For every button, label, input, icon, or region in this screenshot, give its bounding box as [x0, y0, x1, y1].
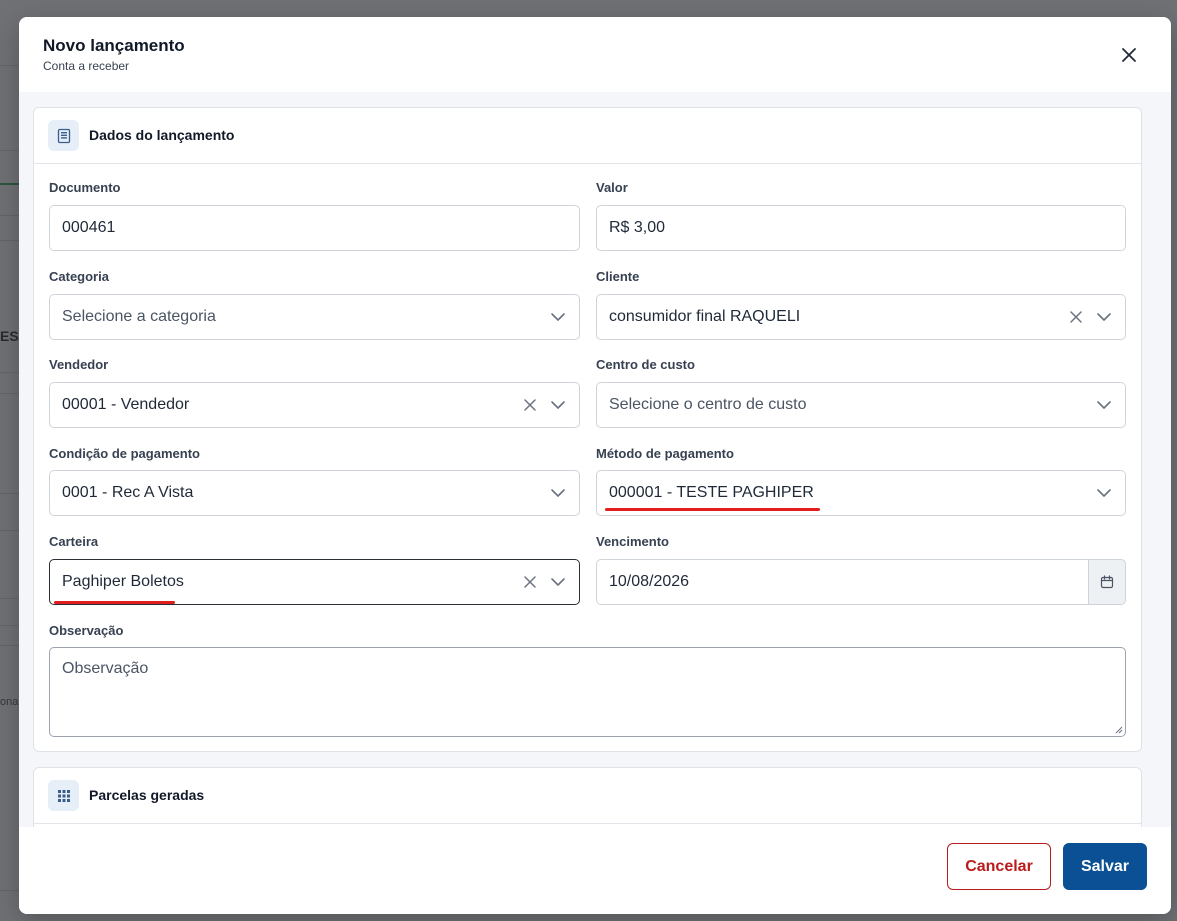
cliente-select[interactable]: consumidor final RAQUELI — [596, 294, 1126, 340]
valor-value: R$ 3,00 — [609, 219, 666, 236]
highlight-underline — [54, 601, 175, 604]
valor-input[interactable]: R$ 3,00 — [596, 205, 1126, 251]
categoria-label: Categoria — [49, 269, 109, 284]
valor-label: Valor — [596, 180, 628, 195]
chevron-down-icon[interactable] — [1093, 471, 1115, 515]
metodo-pagamento-value: 000001 - TESTE PAGHIPER — [609, 484, 814, 501]
carteira-label: Carteira — [49, 534, 99, 549]
modal-subtitle: Conta a receber — [43, 59, 130, 73]
documento-value: 000461 — [62, 219, 116, 236]
observacao-textarea[interactable]: Observação — [49, 647, 1126, 737]
centro-custo-placeholder: Selecione o centro de custo — [609, 396, 807, 413]
calendar-button[interactable] — [1088, 559, 1126, 605]
vendedor-label: Vendedor — [49, 357, 109, 372]
metodo-pagamento-label: Método de pagamento — [596, 446, 734, 461]
grid-icon — [57, 789, 70, 802]
categoria-select[interactable]: Selecione a categoria — [49, 294, 580, 340]
condicao-pagamento-select[interactable]: 0001 - Rec A Vista — [49, 470, 580, 516]
highlight-underline — [605, 508, 820, 511]
condicao-pagamento-value: 0001 - Rec A Vista — [62, 484, 194, 501]
modal-header: Novo lançamento Conta a receber — [19, 17, 1171, 92]
card-icon-box — [48, 780, 79, 811]
vendedor-select[interactable]: 00001 - Vendedor — [49, 382, 580, 428]
chevron-down-icon[interactable] — [547, 560, 569, 604]
save-button[interactable]: Salvar — [1063, 843, 1147, 890]
vencimento-label: Vencimento — [596, 534, 669, 549]
documento-input[interactable]: 000461 — [49, 205, 580, 251]
modal-footer: Cancelar Salvar — [19, 827, 1171, 914]
condicao-pagamento-label: Condição de pagamento — [49, 446, 200, 461]
installments-card: Parcelas geradas — [33, 767, 1142, 827]
vencimento-input[interactable]: 10/08/2026 — [596, 559, 1089, 605]
vencimento-value: 10/08/2026 — [609, 573, 690, 590]
categoria-placeholder: Selecione a categoria — [62, 308, 216, 325]
cancel-button[interactable]: Cancelar — [947, 843, 1051, 890]
scrollbar[interactable] — [1156, 92, 1171, 827]
card-header: Dados do lançamento — [34, 108, 1141, 164]
documento-label: Documento — [49, 180, 121, 195]
carteira-value: Paghiper Boletos — [62, 573, 184, 590]
vendedor-value: 00001 - Vendedor — [62, 396, 190, 413]
close-icon — [1122, 48, 1136, 62]
card-title: Dados do lançamento — [89, 127, 235, 143]
centro-custo-label: Centro de custo — [596, 357, 695, 372]
centro-custo-select[interactable]: Selecione o centro de custo — [596, 382, 1126, 428]
card-icon-box — [48, 120, 79, 151]
clear-icon[interactable] — [1065, 295, 1087, 339]
card-title: Parcelas geradas — [89, 787, 205, 803]
observacao-placeholder: Observação — [62, 660, 149, 677]
modal-body: Dados do lançamento Documento 000461 Val… — [19, 92, 1171, 827]
resize-grip-icon[interactable] — [1115, 726, 1123, 734]
modal-title: Novo lançamento — [43, 36, 185, 55]
cliente-label: Cliente — [596, 269, 640, 284]
cliente-value: consumidor final RAQUELI — [609, 308, 801, 325]
calendar-icon — [1100, 575, 1114, 589]
close-button[interactable] — [1117, 43, 1141, 67]
clear-icon[interactable] — [519, 560, 541, 604]
chevron-down-icon[interactable] — [1093, 295, 1115, 339]
chevron-down-icon[interactable] — [547, 471, 569, 515]
new-entry-modal: Novo lançamento Conta a receber Dados do… — [19, 17, 1171, 914]
document-icon — [57, 128, 70, 143]
launch-data-card: Dados do lançamento Documento 000461 Val… — [33, 107, 1142, 752]
card-header: Parcelas geradas — [34, 768, 1141, 824]
chevron-down-icon[interactable] — [1093, 383, 1115, 427]
observacao-label: Observação — [49, 623, 124, 638]
carteira-select[interactable]: Paghiper Boletos — [49, 559, 580, 605]
clear-icon[interactable] — [519, 383, 541, 427]
chevron-down-icon[interactable] — [547, 383, 569, 427]
chevron-down-icon[interactable] — [547, 295, 569, 339]
